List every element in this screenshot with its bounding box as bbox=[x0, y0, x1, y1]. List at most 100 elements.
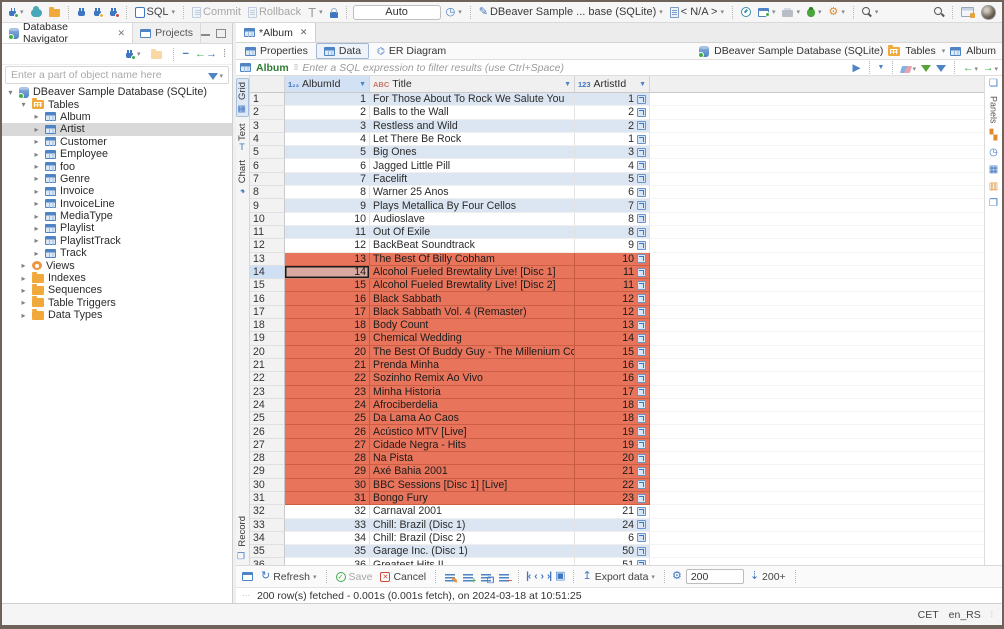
row-number-cell[interactable]: 3 bbox=[250, 120, 285, 133]
row-number-cell[interactable]: 20 bbox=[250, 346, 285, 359]
nav-forward-button[interactable]: →▾ bbox=[983, 62, 998, 74]
references-panel-icon[interactable]: ❐ bbox=[989, 199, 998, 209]
foreign-key-link-icon[interactable] bbox=[637, 307, 646, 316]
foreign-key-link-icon[interactable] bbox=[637, 334, 646, 343]
row-number-cell[interactable]: 33 bbox=[250, 519, 285, 532]
cell-albumid[interactable]: 18 bbox=[285, 319, 370, 332]
row-number-cell[interactable]: 18 bbox=[250, 319, 285, 332]
foreign-key-link-icon[interactable] bbox=[637, 467, 646, 476]
edit-connection-button[interactable] bbox=[91, 6, 104, 18]
cell-artistid[interactable]: 11 bbox=[575, 279, 650, 292]
active-schema-selector[interactable]: < N/A >▾ bbox=[668, 5, 726, 19]
cell-albumid[interactable]: 27 bbox=[285, 439, 370, 452]
commit-button[interactable]: Commit bbox=[190, 5, 243, 19]
cell-title[interactable]: Balls to the Wall bbox=[370, 106, 575, 119]
cell-title[interactable]: Greatest Hits II bbox=[370, 558, 575, 565]
cell-albumid[interactable]: 21 bbox=[285, 359, 370, 372]
cell-artistid[interactable]: 21 bbox=[575, 505, 650, 518]
close-icon[interactable]: ✕ bbox=[300, 27, 308, 38]
cell-title[interactable]: Bongo Fury bbox=[370, 492, 575, 505]
cell-artistid[interactable]: 50 bbox=[575, 545, 650, 558]
cell-albumid[interactable]: 35 bbox=[285, 545, 370, 558]
cell-albumid[interactable]: 23 bbox=[285, 386, 370, 399]
cell-albumid[interactable]: 4 bbox=[285, 133, 370, 146]
cell-albumid[interactable]: 30 bbox=[285, 479, 370, 492]
metadata-panel-icon[interactable]: ◷ bbox=[989, 148, 998, 158]
expander-icon[interactable]: ▾ bbox=[6, 88, 15, 97]
foreign-key-link-icon[interactable] bbox=[637, 161, 646, 170]
cell-title[interactable]: Chemical Wedding bbox=[370, 332, 575, 345]
foreign-key-link-icon[interactable] bbox=[637, 507, 646, 516]
tree-item-album[interactable]: ▸Album bbox=[2, 111, 232, 123]
cell-artistid[interactable]: 15 bbox=[575, 346, 650, 359]
refresh-button[interactable]: ↻Refresh▾ bbox=[259, 570, 319, 584]
cell-albumid[interactable]: 26 bbox=[285, 425, 370, 438]
cell-albumid[interactable]: 3 bbox=[285, 120, 370, 133]
cell-albumid[interactable]: 22 bbox=[285, 372, 370, 385]
cell-albumid[interactable]: 34 bbox=[285, 532, 370, 545]
new-folder-button[interactable] bbox=[149, 48, 164, 60]
last-row-button[interactable]: ›| bbox=[547, 571, 551, 582]
cell-artistid[interactable]: 8 bbox=[575, 213, 650, 226]
link-with-editor-button[interactable]: ←→ bbox=[195, 49, 217, 60]
cell-artistid[interactable]: 19 bbox=[575, 439, 650, 452]
tab-properties[interactable]: Properties bbox=[238, 44, 315, 58]
cell-artistid[interactable]: 1 bbox=[575, 93, 650, 106]
cell-title[interactable]: Chill: Brazil (Disc 2) bbox=[370, 532, 575, 545]
row-number-cell[interactable]: 26 bbox=[250, 425, 285, 438]
apply-filter-button[interactable]: ▶ bbox=[852, 62, 860, 74]
foreign-key-link-icon[interactable] bbox=[637, 148, 646, 157]
cell-albumid[interactable]: 28 bbox=[285, 452, 370, 465]
row-number-cell[interactable]: 28 bbox=[250, 452, 285, 465]
cell-albumid[interactable]: 24 bbox=[285, 399, 370, 412]
row-number-cell[interactable]: 36 bbox=[250, 558, 285, 565]
row-number-cell[interactable]: 17 bbox=[250, 306, 285, 319]
expander-icon[interactable]: ▸ bbox=[32, 212, 41, 221]
tree-item-foo[interactable]: ▸foo bbox=[2, 160, 232, 172]
filter-dropdown-icon[interactable]: ▼ bbox=[639, 81, 646, 88]
row-number-cell[interactable]: 32 bbox=[250, 505, 285, 518]
cell-title[interactable]: BBC Sessions [Disc 1] [Live] bbox=[370, 479, 575, 492]
tree-item-table-triggers[interactable]: ▸Table Triggers bbox=[2, 297, 232, 309]
cell-title[interactable]: For Those About To Rock We Salute You bbox=[370, 93, 575, 106]
expander-icon[interactable]: ▸ bbox=[32, 199, 41, 208]
row-number-cell[interactable]: 15 bbox=[250, 279, 285, 292]
cell-albumid[interactable]: 15 bbox=[285, 279, 370, 292]
calc-panel-icon[interactable]: ▦ bbox=[989, 165, 998, 175]
cell-albumid[interactable]: 33 bbox=[285, 519, 370, 532]
duplicate-row-button[interactable]: ❐ bbox=[479, 571, 493, 583]
foreign-key-link-icon[interactable] bbox=[637, 533, 646, 542]
expander-icon[interactable]: ▸ bbox=[32, 236, 41, 245]
cell-albumid[interactable]: 17 bbox=[285, 306, 370, 319]
cell-artistid[interactable]: 6 bbox=[575, 186, 650, 199]
user-avatar[interactable] bbox=[979, 4, 998, 21]
save-button[interactable]: ✓Save bbox=[334, 570, 375, 584]
cell-artistid[interactable]: 5 bbox=[575, 173, 650, 186]
expander-icon[interactable]: ▸ bbox=[32, 112, 41, 121]
new-connection-button[interactable]: ▾ bbox=[123, 48, 143, 60]
cell-artistid[interactable]: 22 bbox=[575, 479, 650, 492]
cell-artistid[interactable]: 51 bbox=[575, 558, 650, 565]
cell-title[interactable]: The Best Of Buddy Guy - The Millenium Co… bbox=[370, 346, 575, 359]
cell-albumid[interactable]: 9 bbox=[285, 199, 370, 212]
cell-title[interactable]: Axé Bahia 2001 bbox=[370, 465, 575, 478]
breadcrumb-tables[interactable]: Tables bbox=[905, 45, 935, 57]
expander-icon[interactable]: ▸ bbox=[19, 298, 28, 307]
cell-title[interactable]: Facelift bbox=[370, 173, 575, 186]
cell-artistid[interactable]: 21 bbox=[575, 465, 650, 478]
next-row-button[interactable]: › bbox=[541, 571, 543, 582]
foreign-key-link-icon[interactable] bbox=[637, 400, 646, 409]
cell-artistid[interactable]: 19 bbox=[575, 425, 650, 438]
view-tab-record[interactable]: ❏Record bbox=[237, 513, 248, 563]
cell-title[interactable]: Na Pista bbox=[370, 452, 575, 465]
cell-artistid[interactable]: 24 bbox=[575, 519, 650, 532]
foreign-key-link-icon[interactable] bbox=[637, 427, 646, 436]
tree-item-dbeaver-sample-database-sqlite[interactable]: ▾DBeaver Sample Database (SQLite) bbox=[2, 86, 232, 98]
tab-database-navigator[interactable]: Database Navigator ✕ bbox=[2, 23, 133, 43]
cell-albumid[interactable]: 13 bbox=[285, 253, 370, 266]
cell-albumid[interactable]: 14 bbox=[285, 266, 370, 279]
row-number-cell[interactable]: 34 bbox=[250, 532, 285, 545]
column-header-albumid[interactable]: 1₂₃AlbumId▼ bbox=[285, 76, 370, 92]
view-tab-chart[interactable]: ◕Chart bbox=[237, 157, 248, 199]
expander-icon[interactable]: ▸ bbox=[32, 174, 41, 183]
